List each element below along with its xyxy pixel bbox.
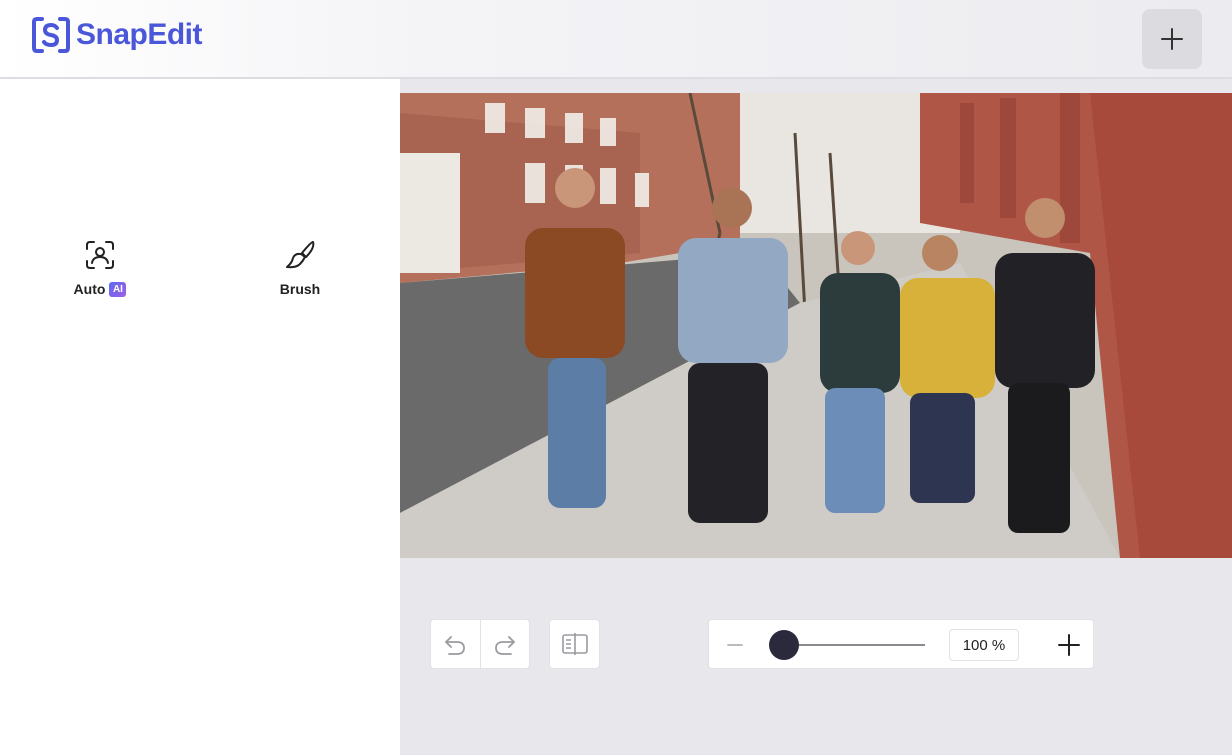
redo-icon (495, 636, 515, 655)
undo-button[interactable] (431, 620, 480, 670)
redo-button[interactable] (479, 620, 529, 670)
zoom-control: 100 % (708, 619, 1094, 669)
logo-text: SnapEdit (76, 18, 203, 51)
street-photo-image (400, 93, 1232, 558)
zoom-in-button[interactable] (1055, 631, 1083, 659)
compare-icon (561, 633, 588, 655)
zoom-slider-thumb[interactable] (769, 630, 799, 660)
zoom-value[interactable]: 100 % (949, 629, 1019, 661)
minus-icon (727, 644, 743, 646)
undo-icon (445, 636, 466, 655)
brush-icon (286, 241, 315, 269)
zoom-slider-track[interactable] (777, 644, 925, 646)
plus-icon (1161, 28, 1183, 50)
tool-brush-label: Brush (279, 281, 321, 297)
face-scan-icon (86, 241, 114, 269)
ai-badge: AI (109, 281, 127, 297)
plus-icon (1058, 634, 1080, 656)
photo-canvas[interactable] (400, 93, 1232, 558)
undo-redo-group (430, 619, 530, 670)
tool-auto-label: Auto (73, 281, 106, 297)
snapedit-logo[interactable]: SnapEdit (32, 15, 203, 55)
top-bar: SnapEdit (0, 0, 1232, 78)
canvas-area: 100 % (400, 79, 1232, 755)
tool-sidebar: Auto AI Brush (0, 79, 400, 755)
compare-button[interactable] (549, 619, 600, 669)
tool-auto-button[interactable]: Auto AI (40, 239, 160, 297)
zoom-out-button[interactable] (723, 633, 747, 657)
s-bracket-logo-icon (32, 17, 70, 53)
add-image-button[interactable] (1142, 9, 1202, 69)
tool-brush-button[interactable]: Brush (240, 239, 360, 297)
